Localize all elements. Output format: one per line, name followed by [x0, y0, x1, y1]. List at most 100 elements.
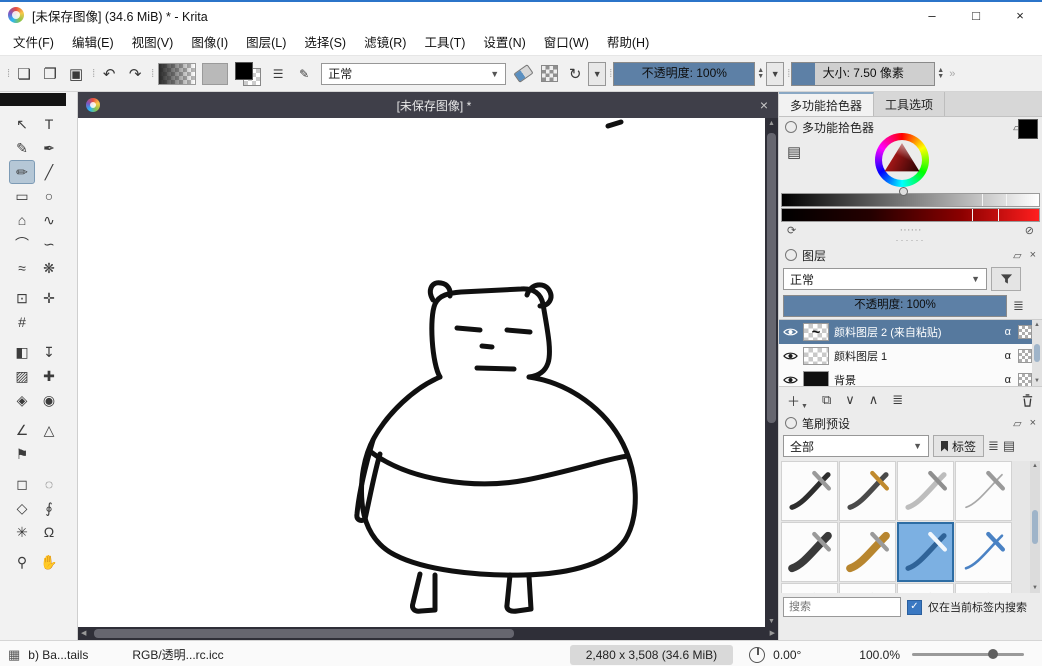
selection-mode-icon[interactable]: ▦: [8, 647, 20, 663]
menu-select[interactable]: 选择(S): [295, 28, 355, 55]
pattern-chooser[interactable]: [202, 63, 228, 85]
refresh-shades-icon[interactable]: ⟳: [787, 224, 796, 237]
edit-shapes-tool[interactable]: ✎: [9, 136, 35, 160]
preset-pencil-blue[interactable]: [955, 522, 1012, 582]
scroll-up-icon[interactable]: ▲: [1034, 322, 1040, 328]
toolbar-grip[interactable]: ⁞: [92, 68, 93, 80]
preset-ink-pen-rough[interactable]: [897, 461, 954, 521]
rectangle-tool[interactable]: ▭: [9, 184, 35, 208]
add-layer-button[interactable]: ＋▼: [787, 391, 808, 410]
scroll-down-icon[interactable]: ▼: [765, 618, 778, 625]
workspace-chooser-button[interactable]: ☰: [265, 61, 291, 87]
menu-window[interactable]: 窗口(W): [535, 28, 598, 55]
polygonal-selection-tool[interactable]: ◇: [9, 496, 35, 520]
scroll-down-icon[interactable]: ▼: [1034, 378, 1040, 384]
canvas[interactable]: [78, 118, 765, 627]
layer-paint-1[interactable]: 颜料图层 1 α: [779, 344, 1042, 368]
float-docker-icon[interactable]: ▱: [1013, 417, 1021, 430]
preset-row3-c[interactable]: [897, 583, 954, 593]
value-shade-strip[interactable]: [781, 193, 1040, 207]
preset-grid-scrollbar[interactable]: ▲ ▼: [1030, 461, 1040, 593]
scroll-handle[interactable]: [1032, 510, 1038, 544]
inherit-alpha-icon[interactable]: α: [1003, 326, 1013, 338]
assistants-tool[interactable]: ∠: [9, 418, 35, 442]
save-button[interactable]: ▣: [63, 61, 89, 87]
layer-list-scrollbar[interactable]: ▲ ▼: [1032, 320, 1042, 386]
rotation-value[interactable]: 0.00°: [773, 648, 801, 662]
float-docker-icon[interactable]: ▱: [1013, 249, 1021, 262]
move-layer-up-button[interactable]: ∧: [869, 392, 879, 408]
toolbar-grip[interactable]: ⁞: [787, 68, 788, 80]
pattern-edit-tool[interactable]: ▨: [9, 364, 35, 388]
document-close-icon[interactable]: ×: [760, 97, 768, 113]
inherit-alpha-icon[interactable]: α: [1003, 350, 1013, 362]
delete-layer-button[interactable]: [1021, 393, 1034, 408]
layer-visibility-eye-icon[interactable]: [783, 327, 798, 337]
scroll-up-icon[interactable]: ▲: [765, 120, 778, 127]
toolbar-grip[interactable]: ⁞: [7, 68, 8, 80]
layer-options-menu-icon[interactable]: ≣: [1013, 298, 1024, 314]
menu-help[interactable]: 帮助(H): [598, 28, 658, 55]
hue-marker[interactable]: [899, 187, 908, 196]
foreground-color-swatch[interactable]: [235, 62, 253, 80]
redo-button[interactable]: ↷: [122, 61, 148, 87]
freehand-brush-tool[interactable]: ✏: [9, 160, 35, 184]
toolbar-grip[interactable]: ⁞: [151, 68, 152, 80]
maximize-button[interactable]: □: [954, 2, 998, 28]
preset-ink-gpen[interactable]: [839, 461, 896, 521]
elliptical-selection-tool[interactable]: ◌: [36, 472, 62, 496]
color-shade-strip[interactable]: [781, 208, 1040, 222]
line-tool[interactable]: ╱: [36, 160, 62, 184]
layer-properties-button[interactable]: ≣: [892, 392, 903, 408]
gradient-chooser[interactable]: [158, 63, 196, 85]
horizontal-scroll-handle[interactable]: [94, 629, 514, 638]
current-brush-name[interactable]: b) Ba...tails: [28, 648, 88, 662]
menu-view[interactable]: 视图(V): [123, 28, 183, 55]
zoom-value[interactable]: 100.0%: [859, 648, 900, 662]
docker-splitter[interactable]: ······: [779, 237, 1042, 245]
preset-ink-ballpen[interactable]: [781, 461, 838, 521]
menu-edit[interactable]: 编辑(E): [63, 28, 123, 55]
foreground-background-colors[interactable]: [235, 62, 261, 86]
layer-background[interactable]: 背景 α: [779, 368, 1042, 387]
new-document-button[interactable]: ❏: [11, 61, 37, 87]
smart-patch-tool[interactable]: ✚: [36, 364, 62, 388]
preset-menu-icon[interactable]: ≣: [988, 438, 999, 454]
undo-button[interactable]: ↶: [96, 61, 122, 87]
alpha-lock-icon[interactable]: [1018, 325, 1032, 339]
toolbar-overflow[interactable]: »: [949, 68, 953, 80]
menu-layer[interactable]: 图层(L): [237, 28, 295, 55]
preset-row3-b[interactable]: [839, 583, 896, 593]
close-button[interactable]: ×: [998, 2, 1042, 28]
preset-filter-dropdown[interactable]: 全部 ▼: [783, 435, 929, 457]
layer-opacity-slider[interactable]: 不透明度: 100%: [783, 295, 1007, 317]
enclose-fill-tool[interactable]: ◉: [36, 388, 62, 412]
similar-selection-tool[interactable]: ✳: [9, 520, 35, 544]
reference-images-tool[interactable]: ⚑: [9, 442, 35, 466]
open-document-button[interactable]: ❐: [37, 61, 63, 87]
multibrush-tool[interactable]: ❋: [36, 256, 62, 280]
tab-advanced-color-selector[interactable]: 多功能拾色器: [779, 92, 874, 116]
menu-settings[interactable]: 设置(N): [474, 28, 534, 55]
close-docker-icon[interactable]: ×: [1030, 417, 1036, 429]
layer-visibility-eye-icon[interactable]: [783, 375, 798, 385]
alpha-lock-icon[interactable]: [1018, 373, 1032, 387]
measure-tool[interactable]: △: [36, 418, 62, 442]
reload-preset-dropdown[interactable]: ▼: [588, 62, 606, 86]
scroll-right-icon[interactable]: ▶: [770, 627, 775, 640]
magnetic-selection-tool[interactable]: Ω: [36, 520, 62, 544]
tags-button[interactable]: 标签: [933, 435, 984, 457]
opacity-dropdown[interactable]: ▼: [766, 62, 784, 86]
preset-ink-brush-rough[interactable]: [781, 522, 838, 582]
opacity-spinner[interactable]: ▲▼: [757, 68, 764, 80]
tab-tool-options[interactable]: 工具选项: [874, 92, 945, 116]
scroll-down-icon[interactable]: ▼: [1032, 585, 1038, 591]
preset-ink-sumi[interactable]: [839, 522, 896, 582]
polyline-tool[interactable]: ∿: [36, 208, 62, 232]
current-tag-only-checkbox[interactable]: ✓: [907, 600, 922, 615]
rectangular-selection-tool[interactable]: ◻: [9, 472, 35, 496]
eraser-mode-button[interactable]: [510, 61, 536, 87]
brush-size-spinner[interactable]: ▲▼: [937, 68, 944, 80]
zoom-slider[interactable]: [912, 653, 1024, 656]
current-color-swatch[interactable]: [1018, 119, 1038, 139]
